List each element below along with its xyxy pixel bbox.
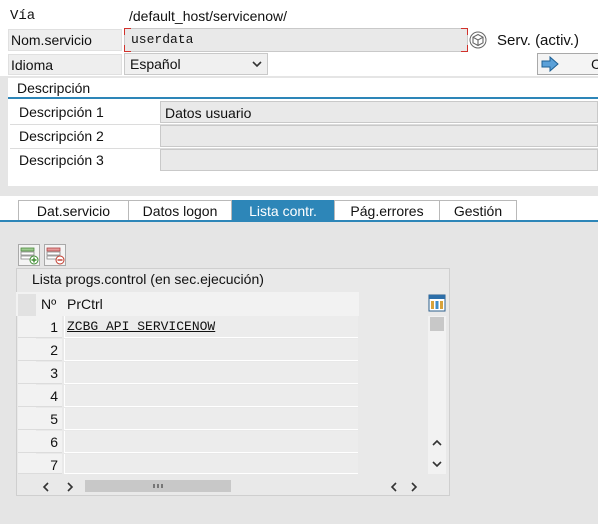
column-number-header[interactable]: Nº [41,296,56,312]
scroll-up-button[interactable] [430,436,444,448]
row-number: 3 [18,362,62,384]
language-label-box: Idioma [8,54,122,75]
row-number: 6 [18,431,62,453]
action-button-label: C [591,56,598,72]
tab-dat-servicio[interactable]: Dat.servicio [18,200,129,221]
tab-datos-logon[interactable]: Datos logon [128,200,232,221]
language-select[interactable]: Español [124,53,268,75]
tab-lista-contr[interactable]: Lista contr. [232,200,334,221]
column-prctrl-header[interactable]: PrCtrl [67,296,103,312]
chevron-right-icon [411,482,418,492]
table-cell-prctrl[interactable] [64,454,358,474]
via-value: /default_host/servicenow/ [129,8,287,24]
delete-row-button[interactable] [44,244,66,266]
table-cell-prctrl[interactable]: ZCBG_API_SERVICENOW [64,316,358,338]
scroll-down-button[interactable] [430,457,444,469]
language-label: Idioma [11,57,54,73]
table-cell-prctrl[interactable] [64,431,358,453]
tab-gestion[interactable]: Gestión [439,200,517,221]
description-group-title: Descripción [17,80,91,96]
scroll-left-button[interactable] [388,480,400,494]
service-input[interactable]: userdata [124,28,468,52]
tab-pag-errores[interactable]: Pág.errores [334,200,440,221]
row-selector-header[interactable] [18,294,36,316]
table-settings-button[interactable] [428,294,446,314]
via-label: Vía [10,8,36,24]
service-status-icon[interactable] [469,31,487,49]
horizontal-scroll-thumb[interactable] [85,480,231,492]
service-input-value: userdata [131,32,194,47]
row-number: 4 [18,385,62,407]
service-status-text: Serv. (activ.) [497,32,579,49]
table-cell-prctrl[interactable] [64,362,358,384]
prctrl-value: ZCBG_API_SERVICENOW [67,319,216,334]
language-select-value: Español [130,56,181,72]
chevron-right-icon [67,482,74,492]
description-1-label: Descripción 1 [19,104,104,120]
description-1-value: Datos usuario [165,105,252,121]
scroll-right-button[interactable] [64,480,76,494]
chevron-down-icon [432,461,442,468]
vertical-scroll-thumb[interactable] [430,317,444,331]
chevron-up-icon [432,439,442,446]
service-label-box: Nom.servicio [8,29,122,51]
required-marker [124,45,131,52]
group-divider [8,97,598,99]
description-1-input[interactable]: Datos usuario [160,101,598,123]
tab-underline [0,220,598,222]
service-label: Nom.servicio [11,32,92,48]
vertical-scrollbar[interactable] [428,316,446,474]
row-number: 1 [18,316,62,338]
required-marker [461,45,468,52]
table-cell-prctrl[interactable] [64,408,358,430]
required-marker [461,28,468,35]
chevron-down-icon [252,61,262,68]
row-number: 7 [18,454,62,474]
description-2-input[interactable] [160,125,598,147]
row-number: 2 [18,339,62,361]
scroll-right-button[interactable] [408,480,420,494]
arrow-right-icon [541,56,559,72]
insert-row-button[interactable] [18,244,40,266]
chevron-left-icon [390,482,397,492]
description-3-label: Descripción 3 [19,152,104,168]
insert-row-icon [20,247,39,265]
table-title: Lista progs.control (en sec.ejecución) [32,271,264,287]
description-3-input[interactable] [160,149,598,171]
required-marker [124,28,131,35]
description-2-label: Descripción 2 [19,128,104,144]
table-cell-prctrl[interactable] [64,385,358,407]
grip-icon [153,484,163,488]
chevron-left-icon [42,482,49,492]
scroll-left-button[interactable] [40,480,52,494]
row-number: 5 [18,408,62,430]
action-button[interactable]: C [537,53,598,75]
table-cell-prctrl[interactable] [64,339,358,361]
column-settings-icon [428,294,446,312]
delete-row-icon [46,247,65,265]
